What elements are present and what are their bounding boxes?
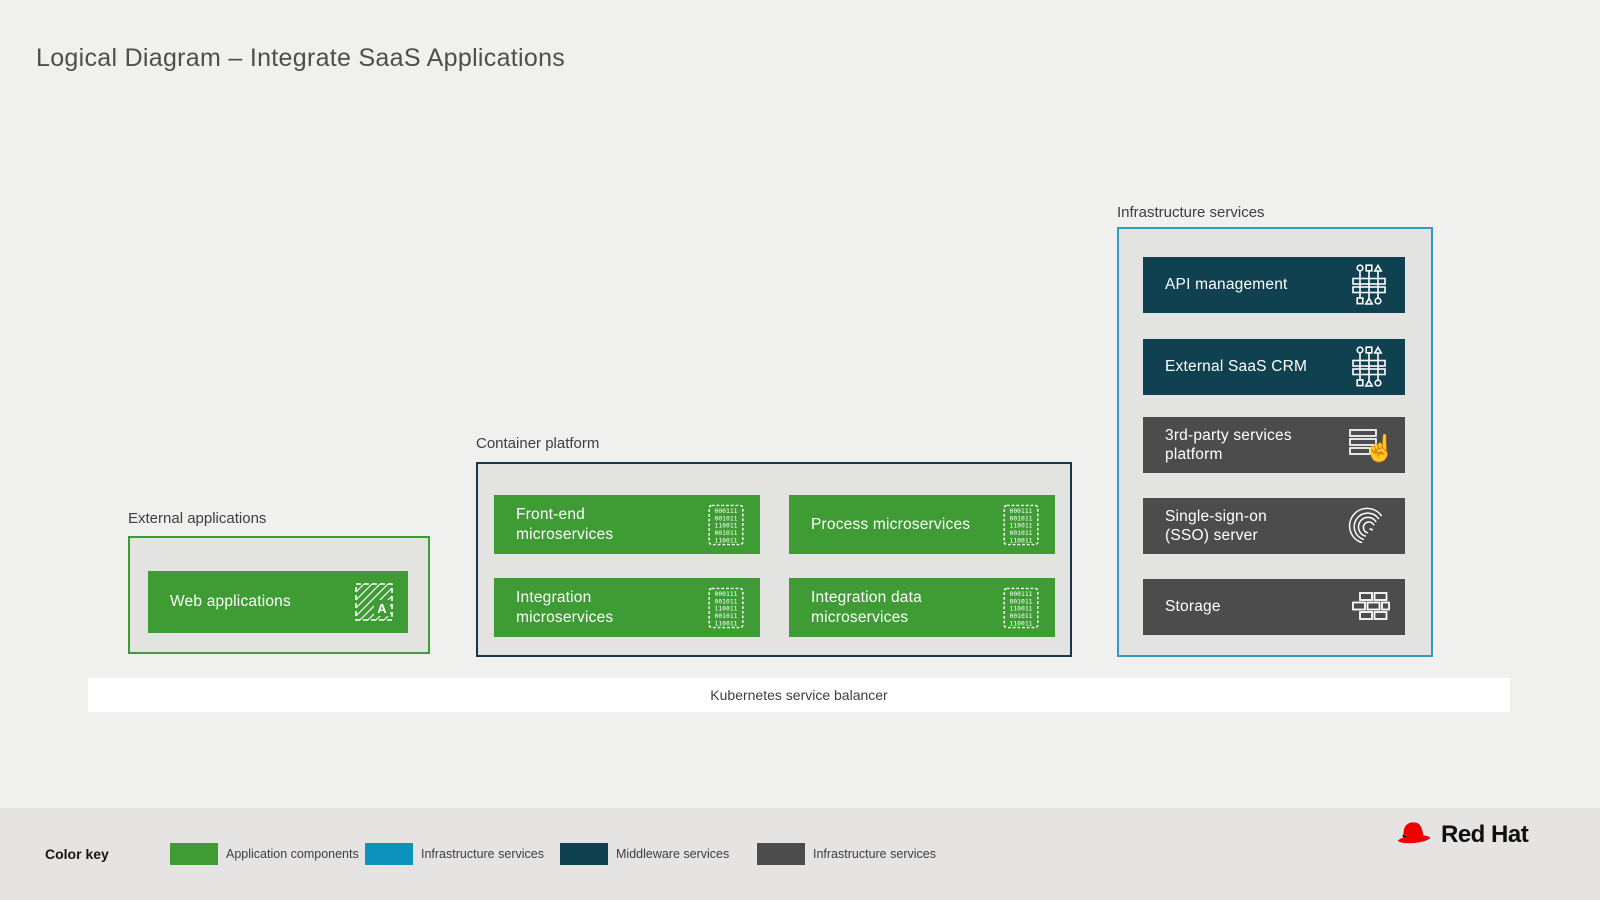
- group-label-infrastructure-services: Infrastructure services: [1117, 204, 1265, 221]
- legend-label-infrastructure-services-gray: Infrastructure services: [813, 847, 936, 861]
- diagram-title: Logical Diagram – Integrate SaaS Applica…: [36, 44, 565, 73]
- hand-services-icon: ☝: [1347, 424, 1391, 466]
- binary-row: 110011: [715, 522, 738, 529]
- binary-row: 110011: [715, 620, 738, 627]
- microservices-icon: 000111 001011 110011 001011 110011: [1001, 503, 1041, 547]
- redhat-logo: Red Hat: [1392, 818, 1528, 852]
- binary-row: 001011: [1010, 598, 1033, 605]
- node-label: Integration data microservices: [789, 588, 934, 626]
- binary-row: 000111: [1010, 508, 1033, 515]
- microservices-icon: 000111 001011 110011 001011 110011: [706, 503, 746, 547]
- node-storage: Storage: [1143, 579, 1405, 635]
- node-single-sign-on-server: Single-sign-on (SSO) server: [1143, 498, 1405, 554]
- node-external-saas-crm: External SaaS CRM: [1143, 339, 1405, 395]
- legend-swatch-application-components: [170, 843, 218, 865]
- binary-row: 001011: [715, 613, 738, 620]
- binary-row: 001011: [1010, 613, 1033, 620]
- hand-glyph: ☝: [1364, 432, 1391, 464]
- node-api-management: API management: [1143, 257, 1405, 313]
- node-label: Front-end microservices: [494, 505, 679, 543]
- binary-row: 110011: [1010, 522, 1033, 529]
- node-label: Web applications: [148, 592, 291, 611]
- binary-row: 000111: [715, 508, 738, 515]
- binary-row: 001011: [715, 598, 738, 605]
- node-3rd-party-services-platform: 3rd-party services platform ☝: [1143, 417, 1405, 473]
- group-label-container-platform: Container platform: [476, 435, 599, 452]
- binary-row: 000111: [715, 591, 738, 598]
- redhat-hat-icon: [1392, 818, 1434, 852]
- node-label: Integration microservices: [494, 588, 619, 626]
- application-icon: A: [354, 582, 394, 622]
- diagram-canvas: { "title": "Logical Diagram – Integrate …: [0, 0, 1600, 900]
- legend-swatch-infrastructure-services-gray: [757, 843, 805, 865]
- api-icon: [1347, 263, 1391, 307]
- group-box-infrastructure-services: API management External SaaS CRM: [1117, 227, 1433, 657]
- kubernetes-service-balancer-label: Kubernetes service balancer: [710, 687, 887, 703]
- legend-label-application-components: Application components: [226, 847, 359, 861]
- legend-label-infrastructure-services: Infrastructure services: [421, 847, 544, 861]
- legend-swatch-middleware-services: [560, 843, 608, 865]
- binary-row: 110011: [1010, 605, 1033, 612]
- binary-row: 110011: [715, 537, 738, 544]
- node-integration-data-microservices: Integration data microservices 000111 00…: [789, 578, 1055, 637]
- binary-row: 001011: [1010, 515, 1033, 522]
- microservices-icon: 000111 001011 110011 001011 110011: [706, 586, 746, 630]
- node-process-microservices: Process microservices 000111 001011 1100…: [789, 495, 1055, 554]
- node-label: External SaaS CRM: [1143, 357, 1307, 376]
- binary-row: 001011: [1010, 530, 1033, 537]
- binary-row: 110011: [1010, 620, 1033, 627]
- node-front-end-microservices: Front-end microservices 000111 001011 11…: [494, 495, 760, 554]
- node-label: Process microservices: [789, 515, 970, 534]
- binary-row: 110011: [715, 605, 738, 612]
- microservices-icon: 000111 001011 110011 001011 110011: [1001, 586, 1041, 630]
- node-integration-microservices: Integration microservices 000111 001011 …: [494, 578, 760, 637]
- storage-bricks-icon: [1345, 589, 1391, 625]
- legend-label-middleware-services: Middleware services: [616, 847, 729, 861]
- kubernetes-service-balancer-bar: Kubernetes service balancer: [88, 678, 1510, 712]
- legend-swatch-infrastructure-services: [365, 843, 413, 865]
- node-label: Storage: [1143, 597, 1221, 616]
- group-label-external-applications: External applications: [128, 510, 266, 527]
- binary-row: 001011: [715, 515, 738, 522]
- node-label: 3rd-party services platform: [1143, 426, 1303, 464]
- redhat-logo-text: Red Hat: [1441, 821, 1528, 849]
- binary-row: 000111: [1010, 591, 1033, 598]
- application-letter: A: [377, 601, 387, 616]
- group-box-container-platform: Front-end microservices 000111 001011 11…: [476, 462, 1072, 657]
- node-label: Single-sign-on (SSO) server: [1143, 507, 1313, 545]
- node-label: API management: [1143, 275, 1288, 294]
- api-icon: [1347, 345, 1391, 389]
- binary-row: 110011: [1010, 537, 1033, 544]
- group-box-external-applications: Web applications A: [128, 536, 430, 654]
- binary-row: 001011: [715, 530, 738, 537]
- fingerprint-icon: [1347, 504, 1391, 548]
- color-key-label: Color key: [45, 846, 109, 862]
- node-web-applications: Web applications A: [148, 571, 408, 633]
